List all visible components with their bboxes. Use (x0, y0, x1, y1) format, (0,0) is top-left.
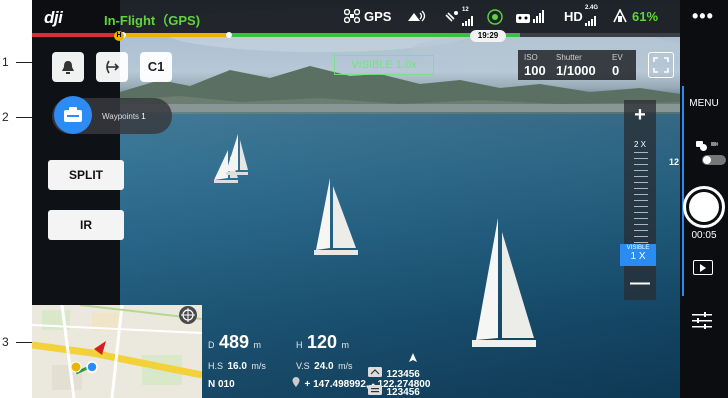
height-readout: H 120 m (296, 332, 349, 352)
shutter-param[interactable]: Shutter 1/1000 (556, 53, 596, 78)
flight-time-bar (32, 33, 680, 37)
camera-settings-icon[interactable] (692, 312, 712, 330)
drone-icon (343, 8, 361, 26)
dji-logo: dji (44, 8, 63, 27)
remote-signal-icon[interactable] (406, 9, 426, 28)
telemetry-panel: D 489 m H 120 m H.S 16.0 m/s V.S 24.0 m/… (208, 326, 498, 398)
ev-value: 0 (612, 63, 620, 78)
zoom-value: 1 X (630, 251, 646, 262)
zoom-ticks (634, 152, 648, 248)
zoom-in-button[interactable]: + (624, 104, 656, 127)
zoom-level-2x: 2 X (633, 140, 646, 149)
return-home-button[interactable] (96, 52, 128, 82)
flight-status[interactable]: In-Flight（GPS) (104, 10, 200, 29)
status-bar: dji In-Flight（GPS) GPS 12 HD 2.4G 61% (32, 0, 680, 34)
zoom-slider[interactable]: + 2 X — (624, 100, 656, 300)
map-graphic (32, 305, 202, 398)
signal-bars-icon (462, 14, 474, 29)
waypoint-icon (64, 107, 82, 122)
battery-percent: 61% (632, 9, 659, 24)
shutter-value: 1/1000 (556, 63, 596, 78)
progress-low (120, 33, 230, 37)
downlink-icon (368, 385, 382, 395)
auto-takeoff-button[interactable] (52, 52, 84, 82)
gps-label[interactable]: GPS (364, 9, 391, 24)
callout-number: 2 (2, 110, 9, 124)
flight-time-remaining: 19:29 (470, 30, 506, 42)
record-time: 00:05 (691, 230, 717, 241)
downlink-readout: 123456 (368, 382, 420, 398)
return-home-icon (106, 60, 120, 74)
hd-band: 2.4G (585, 5, 599, 11)
focus-frame-icon (653, 57, 669, 73)
playback-button[interactable] (693, 260, 713, 275)
mini-map[interactable] (32, 305, 202, 398)
location-pin-icon (292, 377, 300, 387)
progress-critical (32, 33, 120, 37)
vertical-speed-readout: V.S 24.0 m/s (296, 361, 353, 372)
zoom-indicator[interactable]: VISIBLE 1 X (620, 244, 656, 266)
vision-positioning-icon[interactable] (486, 8, 504, 29)
uplink-icon (368, 367, 382, 377)
iso-value: 100 (524, 63, 546, 78)
satellite-count: 12 (462, 7, 469, 13)
ev-param[interactable]: EV 0 (612, 53, 623, 78)
ir-button[interactable]: IR (48, 210, 124, 240)
distance-readout: D 489 m (208, 332, 261, 352)
heading-readout: N 010 (208, 379, 235, 390)
split-button[interactable]: SPLIT (48, 160, 124, 190)
mode-dot (700, 144, 707, 151)
flight-app-window: dji In-Flight（GPS) GPS 12 HD 2.4G 61% H … (32, 0, 728, 398)
menu-button[interactable]: MENU (684, 98, 724, 109)
hd-label[interactable]: HD (564, 9, 583, 24)
bell-icon (62, 61, 74, 74)
visible-lens-label: VISIBLE 1.0x (334, 55, 434, 75)
more-menu-button[interactable]: ••• (692, 6, 714, 27)
waypoints-button[interactable] (54, 96, 92, 134)
custom-button-c1[interactable]: C1 (140, 52, 172, 82)
shutter-label: Shutter (556, 53, 582, 62)
panel-accent-line (682, 86, 684, 296)
focus-mode-button[interactable] (648, 52, 674, 78)
hd-signal-icon (585, 14, 597, 29)
right-control-panel: ••• MENU 00:05 (680, 0, 728, 398)
camera-parameters[interactable]: ISO 100 Shutter 1/1000 EV 0 (518, 50, 636, 80)
zoom-out-button[interactable]: — (624, 272, 656, 295)
battery-icon[interactable] (612, 8, 628, 26)
ev-label: EV (612, 53, 623, 62)
callout-number: 3 (2, 335, 9, 349)
remote-controller-icon[interactable] (516, 10, 546, 27)
iso-label: ISO (524, 53, 538, 62)
photo-video-toggle[interactable] (702, 155, 726, 165)
shutter-button[interactable] (683, 186, 725, 228)
satellite-signal-icon[interactable] (444, 9, 460, 28)
progress-dot (226, 32, 232, 38)
iso-param[interactable]: ISO 100 (524, 53, 546, 78)
horizontal-speed-readout: H.S 16.0 m/s (208, 361, 266, 372)
home-marker: H (114, 31, 124, 41)
aircraft-orientation-icon (408, 350, 418, 368)
waypoints-label: Waypoints 1 (102, 112, 146, 121)
callout-number: 1 (2, 55, 9, 69)
photo-count: 12 (669, 157, 680, 167)
